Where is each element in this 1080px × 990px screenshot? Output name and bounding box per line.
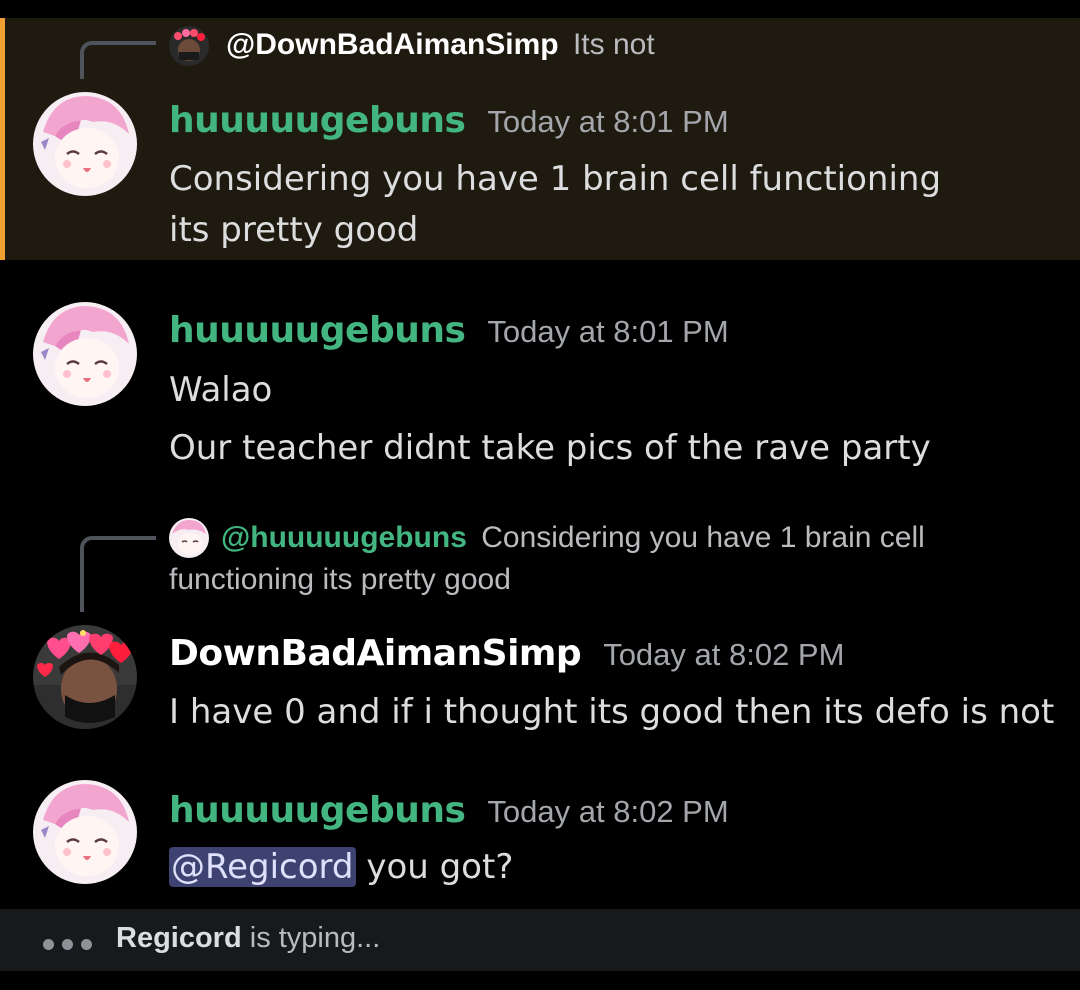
typing-indicator: Regicord is typing...: [0, 909, 1080, 971]
timestamp: Today at 8:01 PM: [487, 314, 729, 349]
reply-username[interactable]: @DownBadAimanSimp: [226, 28, 559, 61]
message-text: I have 0 and if i thought its good then …: [169, 692, 1055, 732]
reply-text-continued: functioning its pretty good: [169, 563, 511, 596]
message-text: @Regicord you got?: [169, 842, 1029, 893]
message-text: Walao: [169, 370, 273, 410]
typing-text: Regicord is typing...: [116, 922, 380, 955]
reply-avatar[interactable]: [169, 26, 209, 66]
avatar[interactable]: [33, 302, 137, 406]
username[interactable]: huuuuugebuns Today at 8:02 PM: [169, 790, 729, 831]
message[interactable]: huuuuugebuns Today at 8:01 PM Walao Our t…: [0, 290, 1080, 490]
avatar[interactable]: [33, 92, 137, 196]
reply-text: Its not: [572, 28, 655, 61]
message[interactable]: huuuuugebuns Today at 8:02 PM @Regicord y…: [0, 770, 1080, 900]
reply-connector: [80, 41, 156, 79]
username-text[interactable]: huuuuugebuns: [169, 100, 466, 141]
reply-preview[interactable]: @huuuuugebuns Considering you have 1 bra…: [221, 521, 925, 555]
reply-preview[interactable]: @DownBadAimanSimp Its not: [226, 28, 655, 62]
mention-regicord[interactable]: @Regicord: [169, 847, 356, 887]
typing-dots-icon: [43, 935, 100, 954]
typing-user: Regicord: [116, 922, 242, 954]
username[interactable]: DownBadAimanSimp Today at 8:02 PM: [169, 633, 844, 674]
message[interactable]: @huuuuugebuns Considering you have 1 bra…: [0, 515, 1080, 735]
reply-username[interactable]: @huuuuugebuns: [221, 521, 467, 554]
reply-avatar[interactable]: [169, 518, 209, 558]
typing-suffix: is typing...: [241, 922, 381, 954]
username[interactable]: huuuuugebuns Today at 8:01 PM: [169, 310, 729, 351]
reply-text: Considering you have 1 brain cell: [481, 521, 925, 554]
username-text[interactable]: huuuuugebuns: [169, 790, 466, 831]
timestamp: Today at 8:02 PM: [487, 794, 729, 829]
message-text-after-mention: you got?: [355, 847, 514, 887]
timestamp: Today at 8:01 PM: [487, 104, 729, 139]
username-text[interactable]: huuuuugebuns: [169, 310, 466, 351]
timestamp: Today at 8:02 PM: [603, 637, 845, 672]
reply-connector: [80, 536, 156, 612]
message-text: Considering you have 1 brain cell functi…: [169, 159, 942, 250]
username-text[interactable]: DownBadAimanSimp: [169, 633, 582, 674]
username[interactable]: huuuuugebuns Today at 8:01 PM: [169, 100, 729, 141]
message-text: Our teacher didnt take pics of the rave …: [169, 428, 931, 468]
avatar[interactable]: [33, 625, 137, 729]
message-highlighted[interactable]: @DownBadAimanSimp Its not huuuuugebuns To…: [0, 18, 1080, 260]
avatar[interactable]: [33, 780, 137, 884]
